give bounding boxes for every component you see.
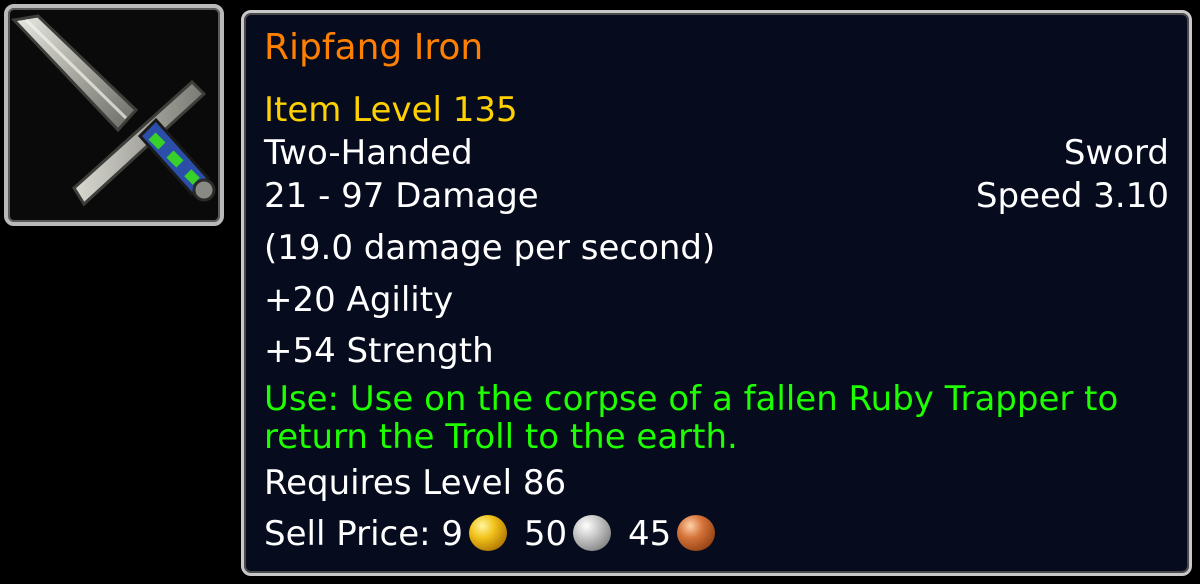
silver-coin-icon: [573, 514, 612, 551]
required-level: Requires Level 86: [264, 463, 567, 503]
sell-price-row: Sell Price: 9 50 45: [264, 514, 1169, 554]
gold-coin-icon: [469, 514, 508, 551]
slot-label: Two-Handed: [264, 133, 473, 173]
item-icon-frame[interactable]: [4, 4, 224, 226]
damage-row: 21 - 97 Damage Speed 3.10: [264, 176, 1169, 216]
copper-coin-icon: [677, 514, 716, 551]
silver-amount: 50: [523, 514, 568, 554]
copper-amount: 45: [627, 514, 672, 554]
attack-speed: Speed 3.10: [975, 176, 1169, 216]
item-name: Ripfang Iron: [264, 27, 484, 68]
gold-amount: 9: [441, 514, 464, 554]
stat-agility: +20 Agility: [264, 280, 454, 320]
slot-row: Two-Handed Sword: [264, 133, 1169, 173]
use-effect: Use: Use on the corpse of a fallen Ruby …: [264, 379, 1119, 457]
game-screen: Ripfang Iron Item Level 135 Two-Handed S…: [0, 0, 1200, 584]
stat-strength: +54 Strength: [264, 331, 494, 371]
weapon-type: Sword: [1063, 133, 1169, 173]
sell-price-label: Sell Price:: [264, 514, 431, 554]
item-tooltip: Ripfang Iron Item Level 135 Two-Handed S…: [241, 10, 1192, 576]
sword-icon: [10, 14, 216, 207]
item-level: Item Level 135: [264, 90, 518, 130]
dps-text: (19.0 damage per second): [264, 228, 716, 268]
damage-range: 21 - 97 Damage: [264, 176, 539, 216]
